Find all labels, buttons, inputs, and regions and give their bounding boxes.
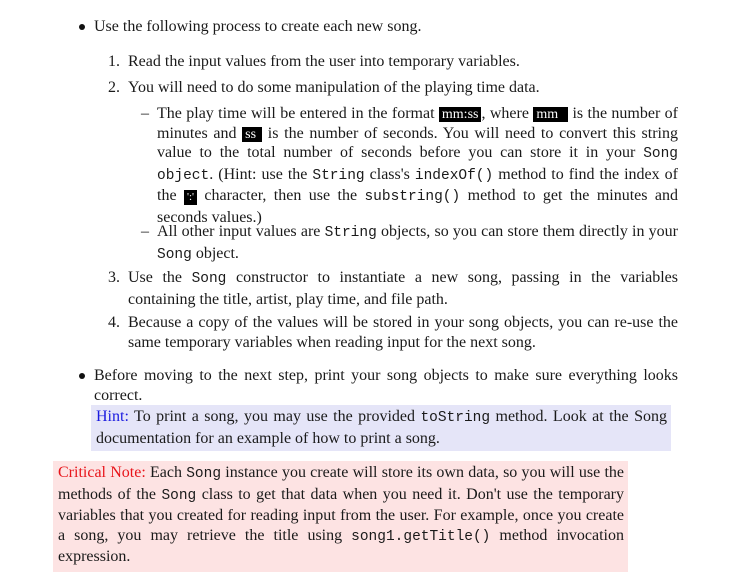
code-substring: substring() — [364, 189, 461, 205]
colon-highlight: ':' — [183, 190, 197, 205]
step-4-number: 4. — [108, 314, 120, 331]
seconds-highlight: ss — [242, 126, 263, 142]
code-tostring: toString — [420, 410, 491, 426]
code-song: Song — [161, 487, 197, 504]
text: class's — [364, 165, 415, 183]
step-2-number: 2. — [108, 79, 120, 96]
text: object. — [191, 244, 239, 262]
format-highlight: mm:ss — [438, 107, 482, 122]
step-1-text: Read the input values from the user into… — [128, 53, 520, 70]
text: Each — [145, 464, 187, 481]
step-1-number: 1. — [108, 53, 120, 70]
step-3-number: 3. — [108, 269, 120, 286]
bullet-icon — [79, 24, 85, 30]
step-4-text: Because a copy of the values will be sto… — [128, 314, 678, 351]
hint-label: Hint: — [96, 408, 129, 425]
text: , where — [481, 105, 534, 122]
dash-icon: – — [141, 105, 149, 122]
text: The play time will be entered in the for… — [157, 105, 439, 122]
step-3-text: Use the Song constructor to instantiate … — [128, 268, 678, 309]
text: Use the — [128, 269, 192, 286]
step-2-text: You will need to do some manipulation of… — [128, 79, 540, 96]
bullet-icon — [79, 373, 85, 379]
dash-icon: – — [141, 223, 149, 240]
bullet-2-text: Before moving to the next step, print yo… — [94, 367, 678, 404]
code-song: Song — [191, 271, 227, 287]
code-string: String — [312, 167, 365, 184]
critical-note-box: Critical Note: Each Song instance you cr… — [53, 461, 628, 572]
text: . (Hint: use the — [209, 165, 313, 183]
critical-note-label: Critical Note: — [58, 464, 146, 481]
code-indexof: indexOf() — [414, 167, 494, 184]
code-gettitle: song1.getTitle() — [351, 528, 491, 545]
code-song: Song — [157, 246, 192, 263]
text: character, then use the — [197, 187, 365, 204]
code-song: Song — [186, 466, 222, 482]
text: All other input values are — [157, 223, 325, 240]
subitem-other-inputs: All other input values are String object… — [157, 222, 678, 265]
text: objects, so you can store them directly … — [376, 223, 678, 240]
bullet-1-text: Use the following process to create each… — [94, 18, 422, 35]
subitem-playtime: The play time will be entered in the for… — [157, 104, 678, 227]
code-string: String — [324, 225, 377, 241]
hint-box: Hint: To print a song, you may use the p… — [91, 405, 671, 451]
minutes-highlight: mm — [533, 107, 569, 122]
text: To print a song, you may use the provide… — [128, 408, 421, 425]
